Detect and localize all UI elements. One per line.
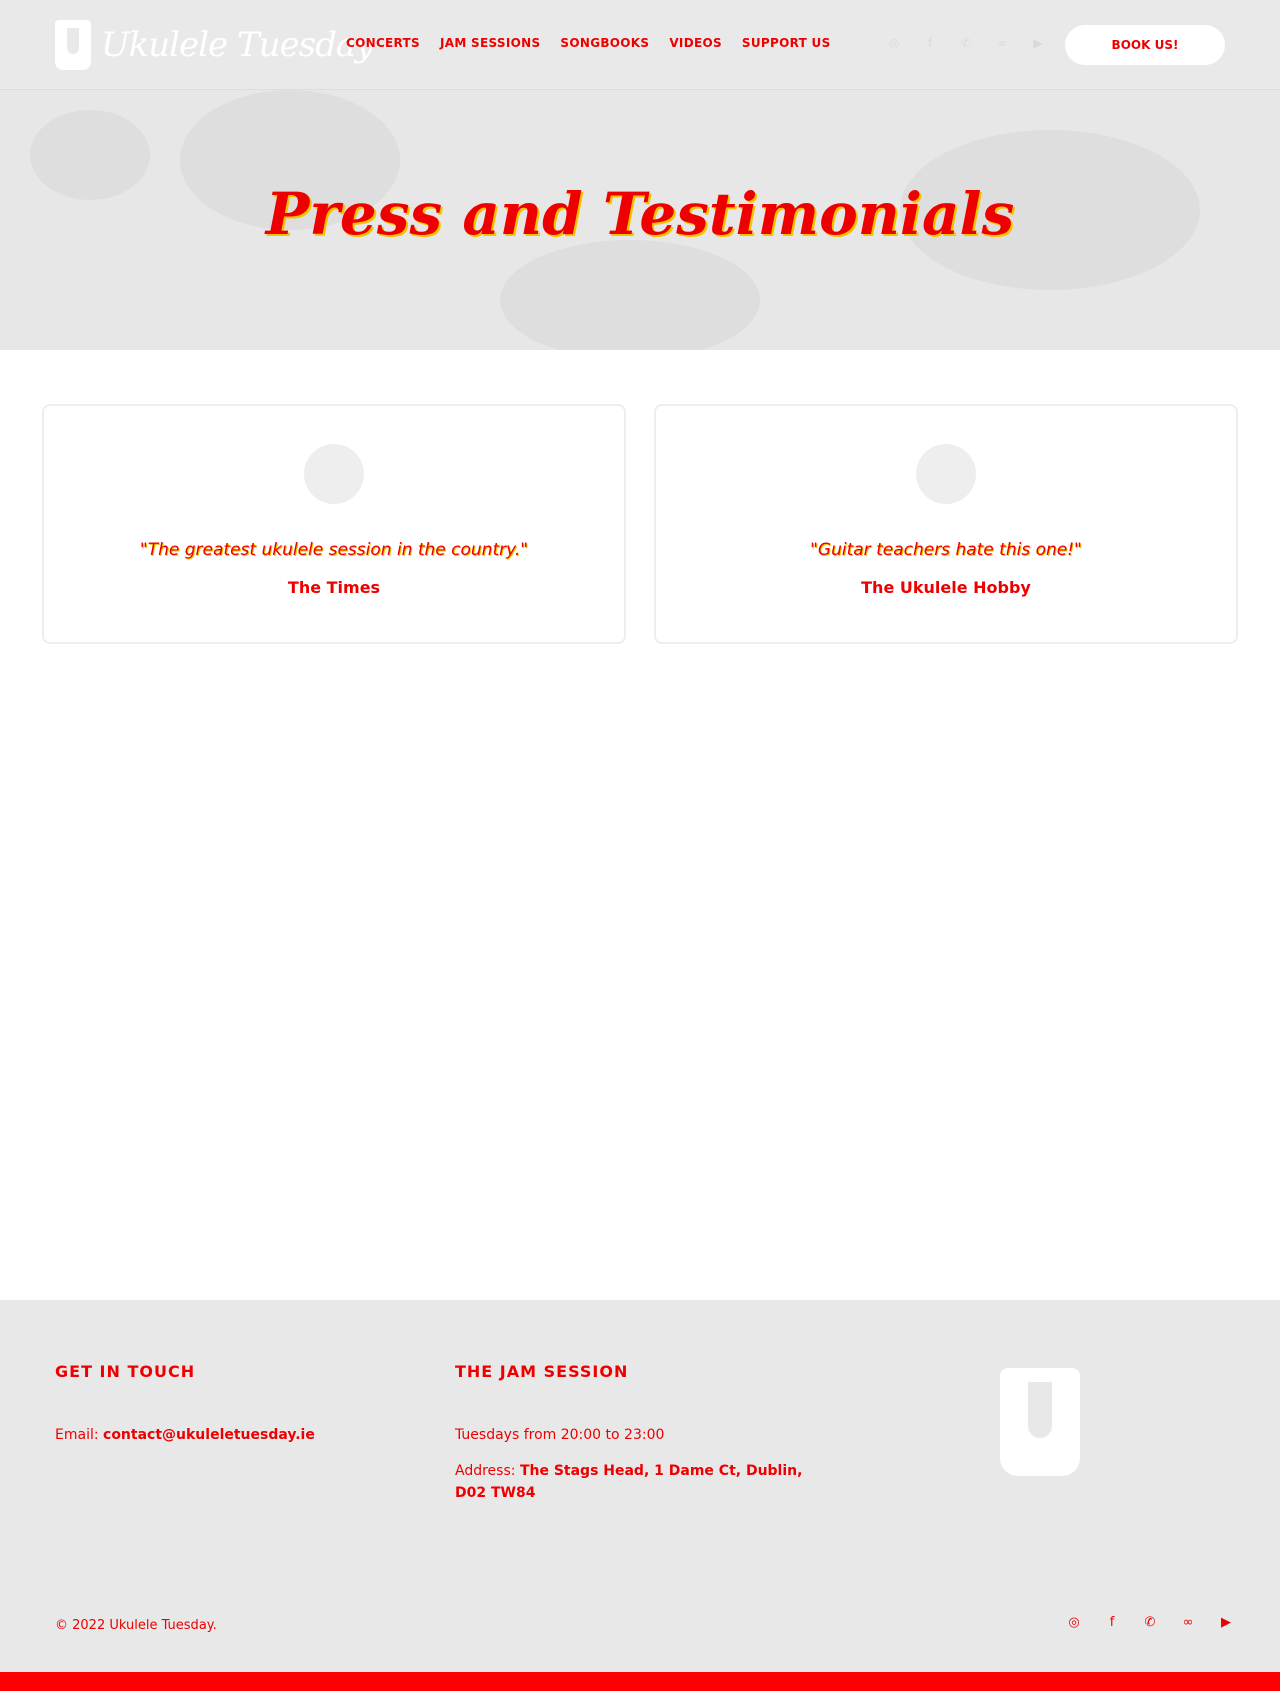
header-social-links: ◎ f ✆ ∞ ▶ xyxy=(885,34,1047,52)
tripadvisor-icon[interactable]: ∞ xyxy=(1178,1612,1198,1632)
nav-support-us[interactable]: SUPPORT US xyxy=(742,36,831,50)
nav-jam-sessions[interactable]: JAM SESSIONS xyxy=(440,36,540,50)
copyright-text: © 2022 Ukulele Tuesday. xyxy=(55,1618,217,1633)
get-in-touch-heading: GET IN TOUCH xyxy=(55,1362,196,1381)
testimonial-source: The Ukulele Hobby xyxy=(861,578,1031,597)
schedule-text: Tuesdays from 20:00 to 23:00 xyxy=(455,1427,665,1443)
logo-text: Ukulele Tuesday xyxy=(101,25,374,65)
site-logo[interactable]: Ukulele Tuesday xyxy=(55,20,374,70)
address-label: Address: xyxy=(455,1463,516,1479)
bottom-accent-bar xyxy=(0,1672,1280,1691)
youtube-icon[interactable]: ▶ xyxy=(1029,34,1047,52)
instagram-icon[interactable]: ◎ xyxy=(885,34,903,52)
nav-songbooks[interactable]: SONGBOOKS xyxy=(560,36,649,50)
hero-banner: Press and Testimonials xyxy=(0,90,1280,350)
address-line: Address: The Stags Head, 1 Dame Ct, Dubl… xyxy=(455,1460,835,1504)
nav-videos[interactable]: VIDEOS xyxy=(669,36,722,50)
facebook-icon[interactable]: f xyxy=(921,34,939,52)
testimonial-card: "Guitar teachers hate this one!" The Uku… xyxy=(654,404,1238,644)
book-us-button[interactable]: BOOK US! xyxy=(1065,25,1225,65)
instagram-icon[interactable]: ◎ xyxy=(1064,1612,1084,1632)
facebook-icon[interactable]: f xyxy=(1102,1612,1122,1632)
nav-concerts[interactable]: CONCERTS xyxy=(346,36,420,50)
page-title: Press and Testimonials xyxy=(265,180,1015,248)
footer-social-links: ◎ f ✆ ∞ ▶ xyxy=(1064,1612,1236,1632)
avatar xyxy=(304,444,364,504)
logo-mark-icon xyxy=(55,20,91,70)
email-link[interactable]: contact@ukuleletuesday.ie xyxy=(103,1427,315,1443)
tripadvisor-icon[interactable]: ∞ xyxy=(993,34,1011,52)
footer-logo-icon xyxy=(1000,1368,1080,1476)
youtube-icon[interactable]: ▶ xyxy=(1216,1612,1236,1632)
main-nav: CONCERTS JAM SESSIONS SONGBOOKS VIDEOS S… xyxy=(346,36,831,50)
whatsapp-icon[interactable]: ✆ xyxy=(957,34,975,52)
avatar xyxy=(916,444,976,504)
testimonial-quote: "Guitar teachers hate this one!" xyxy=(810,540,1082,560)
whatsapp-icon[interactable]: ✆ xyxy=(1140,1612,1160,1632)
email-label: Email: xyxy=(55,1427,99,1443)
email-line: Email: contact@ukuleletuesday.ie xyxy=(55,1424,315,1446)
testimonial-quote: "The greatest ukulele session in the cou… xyxy=(139,540,529,560)
jam-session-heading: THE JAM SESSION xyxy=(455,1362,629,1381)
testimonial-source: The Times xyxy=(287,578,381,597)
site-header: Ukulele Tuesday CONCERTS JAM SESSIONS SO… xyxy=(0,0,1280,90)
testimonial-card: "The greatest ukulele session in the cou… xyxy=(42,404,626,644)
site-footer: GET IN TOUCH Email: contact@ukuleletuesd… xyxy=(0,1300,1280,1672)
